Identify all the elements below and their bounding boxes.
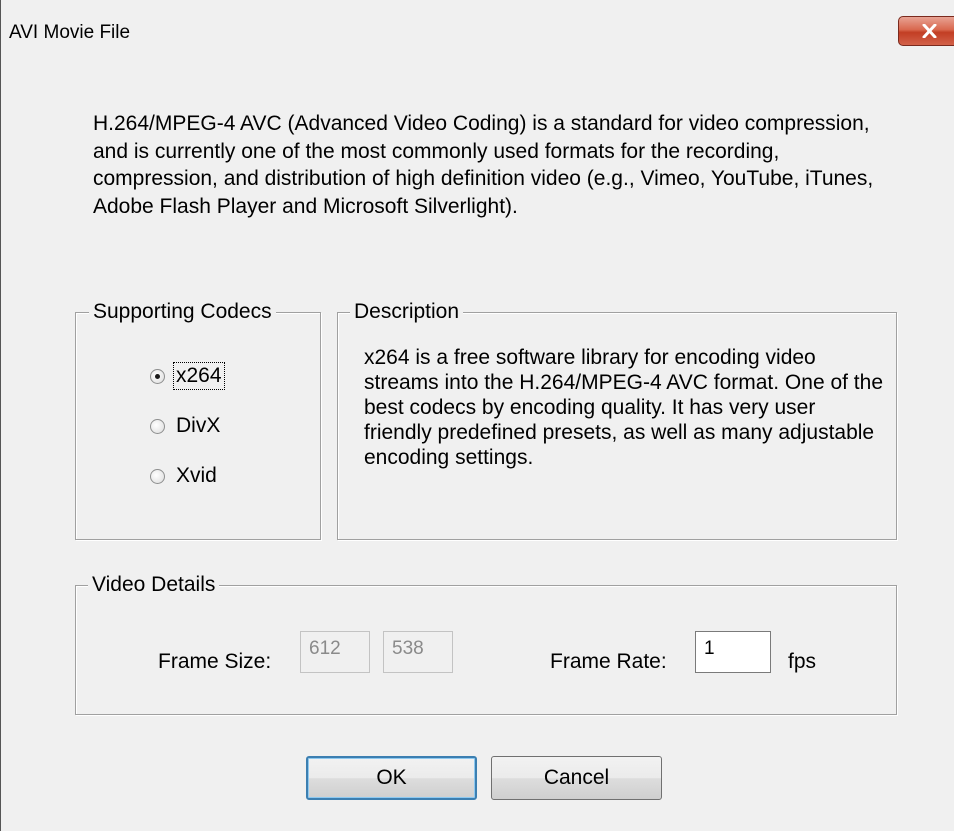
radio-label-xvid[interactable]: Xvid	[174, 463, 219, 489]
window-title: AVI Movie File	[9, 22, 131, 43]
radio-selected-dot	[155, 373, 160, 379]
radio-divx[interactable]: DivX	[150, 411, 222, 441]
frame-size-label: Frame Size:	[158, 650, 272, 673]
title-bar[interactable]: AVI Movie File	[1, 0, 954, 64]
radio-label-x264[interactable]: x264	[173, 362, 225, 390]
radio-button-x264[interactable]	[150, 368, 165, 384]
supporting-codecs-legend: Supporting Codecs	[89, 300, 276, 324]
supporting-codecs-group: Supporting Codecs x264 DivX Xvid	[75, 300, 321, 540]
frame-rate-label: Frame Rate:	[550, 650, 667, 673]
dialog-window: AVI Movie File H.264/MPEG-4 AVC (Advance…	[0, 0, 954, 831]
frame-width-field: 612	[300, 631, 370, 673]
description-legend: Description	[350, 300, 464, 324]
close-x-icon	[922, 24, 937, 38]
description-group: Description x264 is a free software libr…	[337, 300, 897, 540]
radio-x264[interactable]: x264	[150, 361, 225, 391]
description-text: x264 is a free software library for enco…	[364, 346, 884, 469]
frame-rate-field[interactable]: 1	[695, 631, 771, 673]
intro-text: H.264/MPEG-4 AVC (Advanced Video Coding)…	[93, 112, 874, 218]
fps-label: fps	[788, 650, 817, 673]
radio-button-xvid[interactable]	[150, 468, 165, 484]
cancel-button[interactable]: Cancel	[491, 756, 662, 800]
video-details-legend: Video Details	[88, 573, 220, 597]
radio-xvid[interactable]: Xvid	[150, 461, 219, 491]
radio-button-divx[interactable]	[150, 418, 165, 434]
frame-height-field: 538	[383, 631, 453, 673]
ok-button[interactable]: OK	[306, 756, 477, 800]
close-button[interactable]	[898, 16, 954, 46]
radio-label-divx[interactable]: DivX	[174, 413, 222, 439]
video-details-group: Video Details Frame Size: 612 538 Frame …	[75, 573, 897, 715]
